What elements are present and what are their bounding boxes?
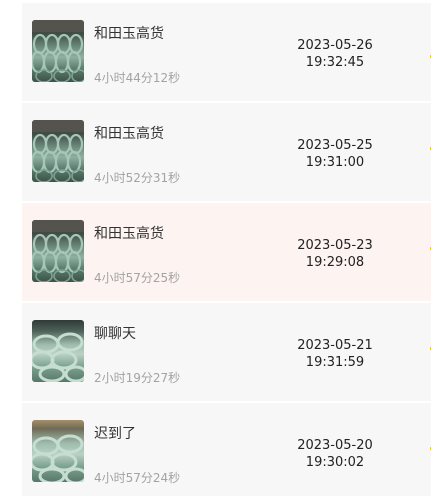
record-title: 和田玉高货	[94, 226, 164, 242]
record-row-highlighted[interactable]: 和田玉高货 4小时57分25秒 2023-05-23 19:29:08	[22, 203, 433, 301]
record-title: 迟到了	[94, 426, 136, 442]
jade-bangles-thumbnail	[32, 220, 84, 282]
scrollbar-track[interactable]	[431, 0, 435, 496]
record-date: 2023-05-21	[297, 338, 373, 353]
record-date: 2023-05-26	[297, 38, 373, 53]
record-duration: 2小时19分27秒	[94, 371, 181, 385]
record-row[interactable]: 和田玉高货 4小时44分12秒 2023-05-26 19:32:45	[22, 3, 433, 101]
record-duration: 4小时57分24秒	[94, 471, 181, 485]
jade-bangles-thumbnail	[32, 320, 84, 382]
record-time: 19:32:45	[305, 55, 365, 70]
record-datetime: 2023-05-20 19:30:02	[272, 437, 398, 471]
record-duration: 4小时57分25秒	[94, 271, 181, 285]
record-title: 和田玉高货	[94, 126, 164, 142]
record-row[interactable]: 迟到了 4小时57分24秒 2023-05-20 19:30:02	[22, 403, 433, 496]
record-datetime: 2023-05-26 19:32:45	[272, 37, 398, 71]
record-row[interactable]: 聊聊天 2小时19分27秒 2023-05-21 19:31:59	[22, 303, 433, 401]
record-date: 2023-05-23	[297, 238, 373, 253]
record-time: 19:29:08	[305, 255, 365, 270]
record-datetime: 2023-05-21 19:31:59	[272, 337, 398, 371]
record-time: 19:31:00	[305, 155, 365, 170]
record-row[interactable]: 和田玉高货 4小时52分31秒 2023-05-25 19:31:00	[22, 103, 433, 201]
record-date: 2023-05-25	[297, 138, 373, 153]
record-duration: 4小时52分31秒	[94, 171, 181, 185]
live-record-list: 和田玉高货 4小时44分12秒 2023-05-26 19:32:45 和田玉高…	[0, 0, 435, 496]
record-duration: 4小时44分12秒	[94, 71, 181, 85]
record-time: 19:30:02	[305, 455, 365, 470]
record-datetime: 2023-05-23 19:29:08	[272, 237, 398, 271]
jade-bangles-thumbnail	[32, 420, 84, 482]
record-title: 和田玉高货	[94, 26, 164, 42]
record-title: 聊聊天	[94, 326, 136, 342]
record-datetime: 2023-05-25 19:31:00	[272, 137, 398, 171]
record-time: 19:31:59	[305, 355, 365, 370]
jade-bangles-thumbnail	[32, 20, 84, 82]
jade-bangles-thumbnail	[32, 120, 84, 182]
record-date: 2023-05-20	[297, 438, 373, 453]
